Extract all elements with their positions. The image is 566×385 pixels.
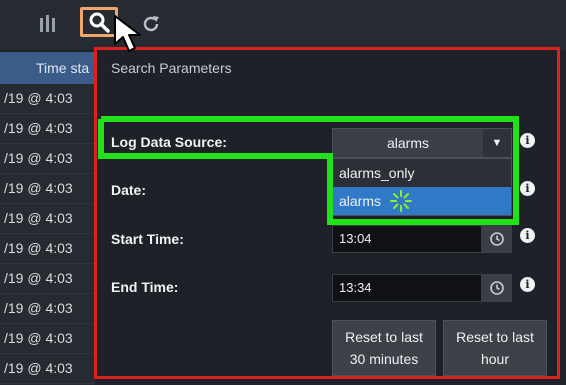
- button-label-line: hour: [480, 351, 510, 367]
- end-time-label: End Time:: [111, 279, 179, 295]
- log-row[interactable]: /19 @ 4:03: [0, 84, 95, 114]
- log-data-source-value: alarms: [386, 135, 429, 151]
- dropdown-option-alarms-only[interactable]: alarms_only: [333, 159, 511, 187]
- button-label-line: Reset to last: [345, 329, 423, 345]
- reset-hour-button[interactable]: Reset to last hour: [443, 320, 547, 376]
- mouse-cursor-icon: [114, 15, 141, 52]
- search-parameters-panel: Search Parameters Log Data Source: alarm…: [94, 47, 560, 379]
- clock-icon[interactable]: [482, 274, 512, 302]
- log-list: Time sta /19 @ 4:03 /19 @ 4:03 /19 @ 4:0…: [0, 52, 95, 385]
- reset-30-minutes-button[interactable]: Reset to last 30 minutes: [332, 320, 436, 376]
- log-data-source-select[interactable]: alarms ▼: [332, 128, 512, 158]
- dropdown-option-label: alarms: [339, 193, 382, 209]
- date-label: Date:: [111, 182, 147, 198]
- info-icon[interactable]: i: [520, 228, 535, 243]
- dropdown-option-alarms[interactable]: alarms: [333, 187, 511, 215]
- start-time-label: Start Time:: [111, 231, 184, 247]
- button-label-line: Reset to last: [456, 329, 534, 345]
- log-row[interactable]: /19 @ 4:03: [0, 174, 95, 204]
- log-data-source-label: Log Data Source:: [111, 134, 227, 150]
- button-label-line: 30 minutes: [349, 351, 419, 367]
- toolbar: [0, 0, 566, 50]
- info-icon[interactable]: i: [520, 133, 535, 148]
- log-row[interactable]: /19 @ 4:03: [0, 354, 95, 384]
- log-row[interactable]: /19 @ 4:03: [0, 264, 95, 294]
- clock-icon[interactable]: [482, 225, 512, 253]
- info-icon[interactable]: i: [520, 277, 535, 292]
- log-row[interactable]: /19 @ 4:03: [0, 144, 95, 174]
- column-header-timestamp[interactable]: Time sta: [0, 52, 95, 84]
- log-row[interactable]: /19 @ 4:03: [0, 234, 95, 264]
- log-row[interactable]: /19 @ 4:03: [0, 294, 95, 324]
- chevron-down-icon[interactable]: ▼: [483, 129, 511, 157]
- log-row[interactable]: /19 @ 4:03: [0, 204, 95, 234]
- log-row[interactable]: /19 @ 4:03: [0, 114, 95, 144]
- columns-icon[interactable]: [34, 8, 64, 40]
- panel-title: Search Parameters: [111, 60, 232, 76]
- end-time-input[interactable]: 13:34: [332, 274, 482, 302]
- info-icon[interactable]: i: [520, 181, 535, 196]
- loading-spinner-icon: [390, 190, 412, 212]
- log-row[interactable]: /19 @ 4:03: [0, 324, 95, 354]
- start-time-input[interactable]: 13:04: [332, 225, 482, 253]
- log-data-source-dropdown: alarms_only alarms: [332, 158, 512, 216]
